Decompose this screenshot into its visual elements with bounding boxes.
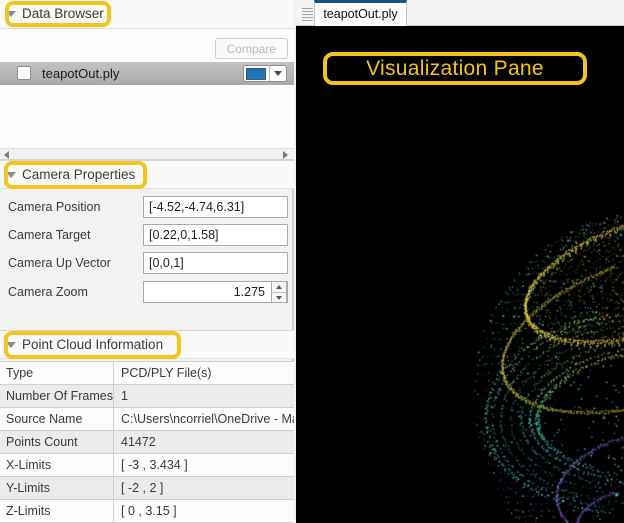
- row-value: 1: [121, 389, 128, 403]
- table-row: X-Limits [ -3 , 3.434 ]: [0, 454, 294, 477]
- visualization-pane: teapotOut.ply Visualization Pane: [296, 0, 624, 523]
- tab-label: teapotOut.ply: [323, 7, 398, 21]
- collapse-chevron-icon[interactable]: [6, 11, 16, 17]
- color-swatch-icon[interactable]: [246, 67, 266, 80]
- spinner-divider: [272, 292, 286, 293]
- row-label: Source Name: [0, 408, 114, 431]
- point-cloud-info-title: Point Cloud Information: [22, 337, 164, 352]
- row-label: Type: [0, 362, 114, 385]
- table-row: Source Name C:\Users\ncorriel\OneDrive -…: [0, 408, 294, 431]
- grip-handle-icon[interactable]: [302, 6, 313, 21]
- camera-target-row: Camera Target: [0, 224, 294, 246]
- color-picker-splitbutton[interactable]: [243, 65, 287, 82]
- camera-position-row: Camera Position: [0, 196, 294, 218]
- horizontal-scrollbar[interactable]: [0, 148, 294, 160]
- camera-upvector-row: Camera Up Vector: [0, 252, 294, 274]
- camera-zoom-input[interactable]: [143, 281, 288, 303]
- table-row: Type PCD/PLY File(s): [0, 362, 294, 385]
- row-value: C:\Users\ncorriel\OneDrive - Ma: [121, 412, 294, 426]
- file-checkbox[interactable]: [17, 66, 31, 80]
- data-browser-panel: Data Browser Compare teapotOut.ply Camer…: [0, 0, 294, 523]
- chevron-down-icon[interactable]: [274, 71, 282, 76]
- table-row: Points Count 41472: [0, 431, 294, 454]
- scroll-left-icon[interactable]: [4, 151, 9, 159]
- row-value: [ 0 , 3.15 ]: [121, 504, 177, 518]
- spinner-up-icon[interactable]: [276, 285, 282, 289]
- row-label: Points Count: [0, 431, 114, 454]
- point-cloud-info-table: Type PCD/PLY File(s) Number Of Frames 1 …: [0, 361, 294, 523]
- camera-zoom-label: Camera Zoom: [8, 285, 88, 299]
- point-cloud-viewport[interactable]: Visualization Pane: [296, 26, 624, 523]
- spinner-down-icon[interactable]: [276, 296, 282, 300]
- data-browser-title: Data Browser: [22, 6, 104, 21]
- row-value: [ -3 , 3.434 ]: [121, 458, 188, 472]
- tab-bar: teapotOut.ply: [296, 0, 624, 26]
- row-label: Number Of Frames: [0, 385, 114, 408]
- camera-zoom-row: Camera Zoom: [0, 281, 294, 303]
- data-browser-header: Data Browser: [0, 0, 294, 29]
- camera-position-label: Camera Position: [8, 200, 101, 214]
- camera-properties-header: Camera Properties: [0, 160, 294, 189]
- row-value: [ -2 , 2 ]: [121, 481, 164, 495]
- tab-teapotout[interactable]: teapotOut.ply: [314, 0, 407, 26]
- compare-button[interactable]: Compare: [214, 38, 288, 59]
- table-row: Y-Limits [ -2 , 2 ]: [0, 477, 294, 500]
- camera-upvector-input[interactable]: [143, 252, 288, 274]
- lidar-viewer-window: Data Browser Compare teapotOut.ply Camer…: [0, 0, 624, 523]
- camera-target-input[interactable]: [143, 224, 288, 246]
- row-label: X-Limits: [0, 454, 114, 477]
- collapse-chevron-icon[interactable]: [6, 342, 16, 348]
- row-label: Y-Limits: [0, 477, 114, 500]
- scroll-right-icon[interactable]: [283, 151, 288, 159]
- zoom-spinner: [271, 281, 287, 303]
- table-row: Z-Limits [ 0 , 3.15 ]: [0, 500, 294, 523]
- row-value: 41472: [121, 435, 156, 449]
- file-list-area: Compare teapotOut.ply: [0, 29, 294, 148]
- file-name-label: teapotOut.ply: [42, 66, 120, 81]
- camera-target-label: Camera Target: [8, 228, 91, 242]
- table-row: Number Of Frames 1: [0, 385, 294, 408]
- row-value: PCD/PLY File(s): [121, 366, 212, 380]
- file-list-item[interactable]: teapotOut.ply: [0, 62, 294, 85]
- splitbutton-divider: [269, 66, 270, 81]
- camera-properties-title: Camera Properties: [22, 167, 136, 182]
- point-cloud-canvas[interactable]: [296, 26, 624, 523]
- point-cloud-info-header: Point Cloud Information: [0, 330, 294, 359]
- camera-position-input[interactable]: [143, 196, 288, 218]
- collapse-chevron-icon[interactable]: [6, 172, 16, 178]
- camera-upvector-label: Camera Up Vector: [8, 256, 111, 270]
- row-label: Z-Limits: [0, 500, 114, 523]
